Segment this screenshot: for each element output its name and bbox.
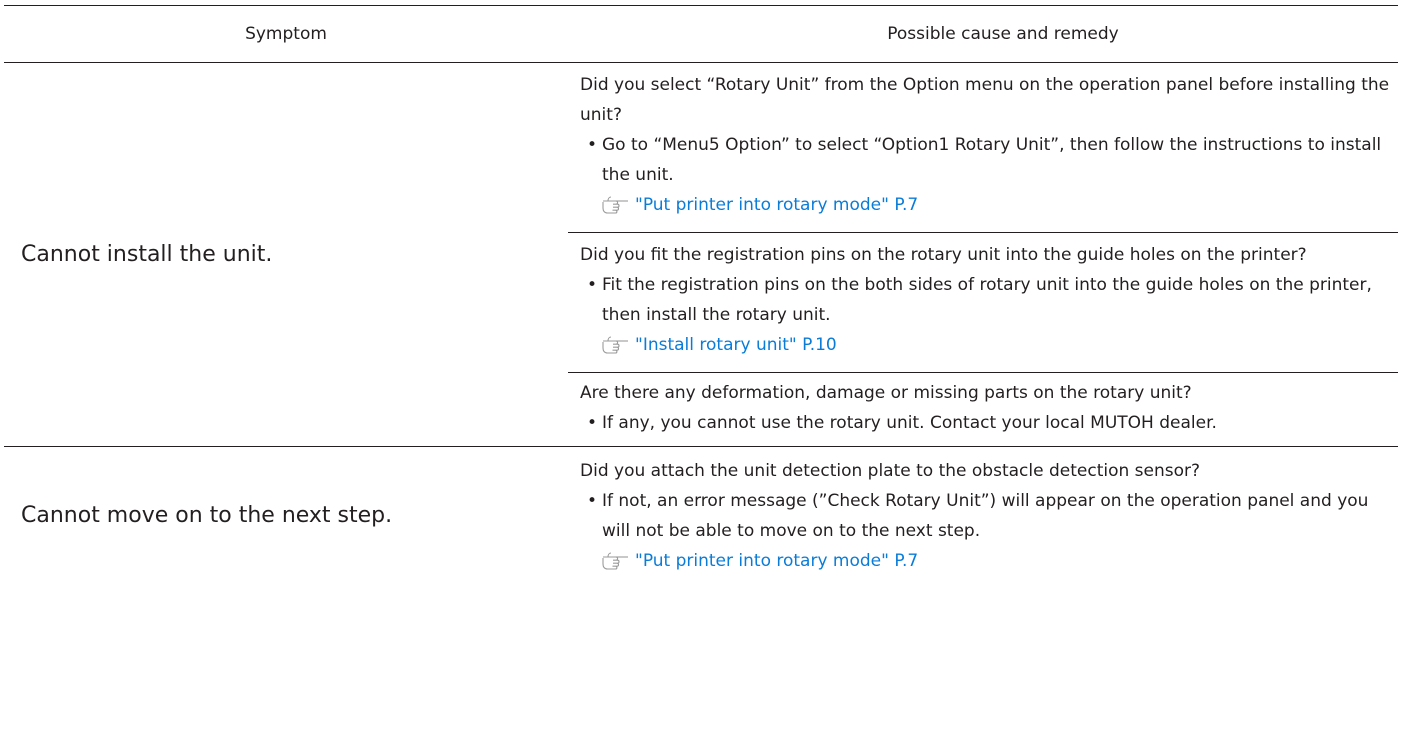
remedy-text: If not, an error message (”Check Rotary … bbox=[602, 491, 1369, 541]
bullet-dot: • bbox=[587, 135, 598, 155]
bullet-dot: • bbox=[587, 413, 598, 433]
reference-text: "Put printer into rotary mode" P.7 bbox=[635, 551, 919, 571]
table-row: Cannot install the unit. Did you select … bbox=[4, 62, 1398, 447]
pointing-hand-icon bbox=[602, 336, 628, 354]
reference-link[interactable]: "Put printer into rotary mode" P.7 bbox=[580, 190, 1398, 220]
remedy-cell: Are there any deformation, damage or mis… bbox=[568, 372, 1398, 447]
cause-question: Did you select “Rotary Unit” from the Op… bbox=[580, 75, 1390, 125]
pointing-hand-icon bbox=[602, 196, 628, 214]
reference-link[interactable]: "Install rotary unit" P.10 bbox=[580, 330, 1398, 360]
remedy-bullet: • If any, you cannot use the rotary unit… bbox=[580, 408, 1398, 438]
remedy-bullet: • If not, an error message (”Check Rotar… bbox=[580, 486, 1398, 546]
remedy-text: Go to “Menu5 Option” to select “Option1 … bbox=[602, 135, 1382, 185]
table-header-row: Symptom Possible cause and remedy bbox=[4, 5, 1398, 63]
troubleshooting-page: Symptom Possible cause and remedy Cannot… bbox=[0, 0, 1404, 731]
remedy-cell: Did you fit the registration pins on the… bbox=[568, 232, 1398, 373]
symptom-cell: Cannot install the unit. bbox=[4, 62, 568, 447]
table-row: Cannot move on to the next step. Did you… bbox=[4, 447, 1398, 585]
reference-text: "Put printer into rotary mode" P.7 bbox=[635, 195, 919, 215]
cause-question: Did you attach the unit detection plate … bbox=[580, 461, 1201, 481]
remedy-column-header: Possible cause and remedy bbox=[568, 5, 1398, 63]
bullet-dot: • bbox=[587, 491, 598, 511]
troubleshooting-table: Symptom Possible cause and remedy Cannot… bbox=[4, 5, 1398, 584]
cause-question: Are there any deformation, damage or mis… bbox=[580, 383, 1192, 403]
symptom-column-header: Symptom bbox=[4, 5, 568, 63]
reference-link[interactable]: "Put printer into rotary mode" P.7 bbox=[580, 546, 1398, 576]
remedy-text: If any, you cannot use the rotary unit. … bbox=[602, 413, 1217, 433]
symptom-cell: Cannot move on to the next step. bbox=[21, 503, 393, 528]
remedy-bullet: • Fit the registration pins on the both … bbox=[580, 270, 1398, 330]
remedy-cell: Did you attach the unit detection plate … bbox=[568, 447, 1398, 585]
bullet-dot: • bbox=[587, 275, 598, 295]
remedy-cell: Did you select “Rotary Unit” from the Op… bbox=[568, 62, 1398, 233]
pointing-hand-icon bbox=[602, 552, 628, 570]
remedy-text: Fit the registration pins on the both si… bbox=[602, 275, 1372, 325]
remedy-bullet: • Go to “Menu5 Option” to select “Option… bbox=[580, 130, 1398, 190]
cause-question: Did you fit the registration pins on the… bbox=[580, 245, 1307, 265]
reference-text: "Install rotary unit" P.10 bbox=[635, 335, 837, 355]
